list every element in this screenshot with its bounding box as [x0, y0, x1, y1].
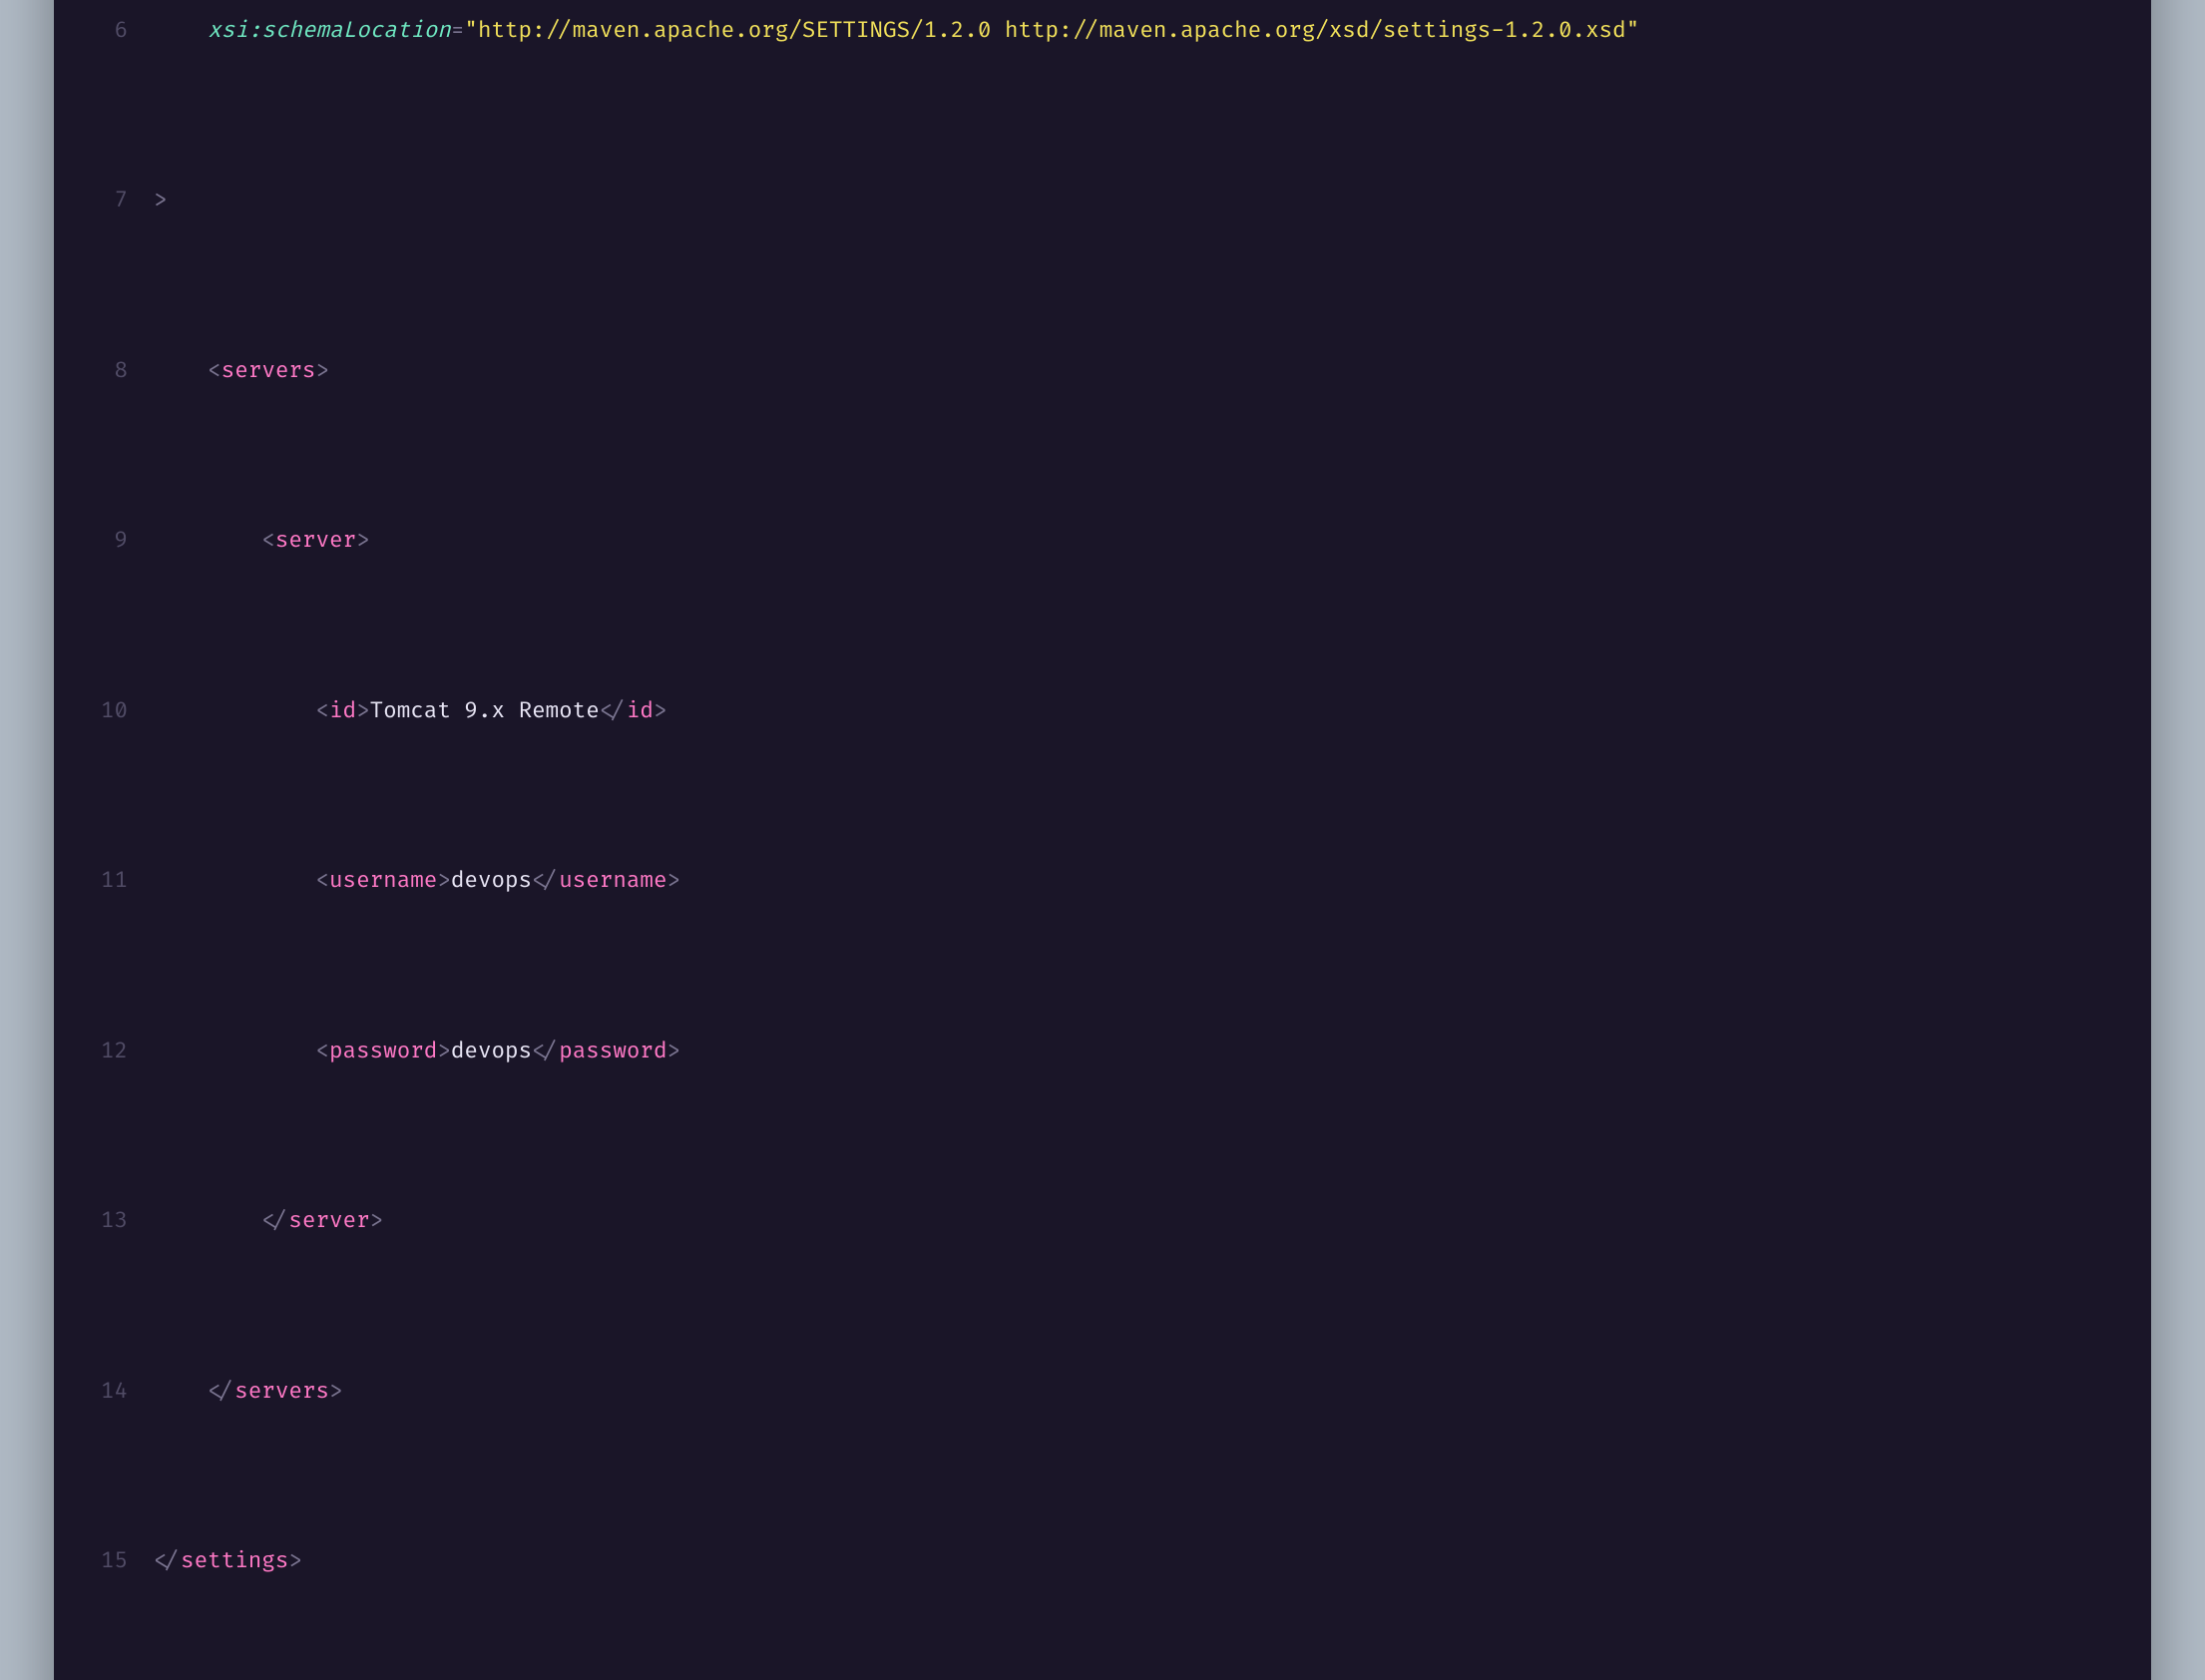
line-number: 12	[94, 1035, 154, 1068]
code-content: <password>devops</password>	[154, 1035, 2111, 1068]
line-number: 14	[94, 1375, 154, 1409]
code-line: 9 <server>	[94, 524, 2111, 558]
code-content: </servers>	[154, 1375, 2111, 1409]
code-line: 7 >	[94, 184, 2111, 217]
code-content: <servers>	[154, 354, 2111, 388]
code-line: 8 <servers>	[94, 354, 2111, 388]
code-content: <username>devops</username>	[154, 864, 2111, 898]
line-number: 10	[94, 694, 154, 728]
code-content: </settings>	[154, 1544, 2111, 1578]
code-content: <id>Tomcat 9.x Remote</id>	[154, 694, 2111, 728]
code-content: <server>	[154, 524, 2111, 558]
line-number: 7	[94, 184, 154, 217]
code-line: 13 </server>	[94, 1204, 2111, 1238]
code-line: 15 </settings>	[94, 1544, 2111, 1578]
code-content: </server>	[154, 1204, 2111, 1238]
code-content: >	[154, 184, 2111, 217]
code-block: 1 <!-- /<path-to-maven>/conf/settings.xm…	[94, 0, 2111, 1680]
line-number: 6	[94, 14, 154, 48]
line-number: 15	[94, 1544, 154, 1578]
code-line: 10 <id>Tomcat 9.x Remote</id>	[94, 694, 2111, 728]
line-number: 11	[94, 864, 154, 898]
code-content: xsi:schemaLocation="http://maven.apache.…	[154, 14, 2111, 48]
line-number: 13	[94, 1204, 154, 1238]
code-line: 14 </servers>	[94, 1375, 2111, 1409]
line-number: 9	[94, 524, 154, 558]
code-window: 1 <!-- /<path-to-maven>/conf/settings.xm…	[54, 0, 2151, 1680]
code-line: 12 <password>devops</password>	[94, 1035, 2111, 1068]
line-number: 8	[94, 354, 154, 388]
code-line: 11 <username>devops</username>	[94, 864, 2111, 898]
code-line: 6 xsi:schemaLocation="http://maven.apach…	[94, 14, 2111, 48]
